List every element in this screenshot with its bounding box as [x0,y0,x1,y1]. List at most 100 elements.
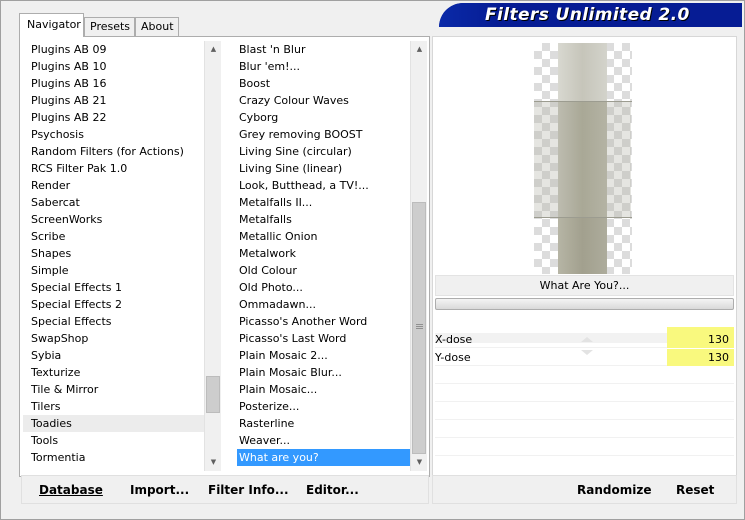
import-button[interactable]: Import... [130,483,189,497]
category-list-item[interactable]: Sabercat [23,194,221,211]
category-list-item[interactable]: Plugins AB 09 [23,41,221,58]
category-list-item[interactable]: Simple [23,262,221,279]
category-list-item[interactable]: Render [23,177,221,194]
tab-presets[interactable]: Presets [84,17,135,36]
preview-band [534,101,558,217]
filter-scrollbar[interactable]: ▲ ▼ [410,41,427,471]
filter-list-item[interactable]: Ommadawn... [231,296,427,313]
filter-list-item[interactable]: Weaver... [231,432,427,449]
filter-list-item[interactable]: Plain Mosaic... [231,381,427,398]
category-list-item[interactable]: Plugins AB 10 [23,58,221,75]
category-list[interactable]: Plugins AB 09 Plugins AB 10 Plugins AB 16 P… [23,41,221,471]
filter-list-item[interactable]: Metalfalls II... [231,194,427,211]
category-list-item[interactable]: Tormentia [23,449,221,466]
category-scrollbar[interactable]: ▲ ▼ [204,41,221,471]
param-row-empty [435,439,734,456]
filter-list-item[interactable]: Picasso's Last Word [231,330,427,347]
editor-button[interactable]: Editor... [306,483,359,497]
filter-info-button[interactable]: Filter Info... [208,483,289,497]
scroll-thumb[interactable] [412,202,426,454]
filter-list-item[interactable]: Old Colour [231,262,427,279]
parameter-area: X-dose 130 Y-dose 130 [435,327,734,468]
grip-line [416,324,423,325]
filter-list-item[interactable]: Metalwork [231,245,427,262]
filter-list-item[interactable]: Blast 'n Blur [231,41,427,58]
tab-navigator[interactable]: Navigator [19,13,84,37]
category-list-item[interactable]: Special Effects [23,313,221,330]
app-title: Filters Unlimited 2.0 [485,5,690,25]
scroll-thumb[interactable] [206,376,220,413]
param-row-x-dose[interactable]: X-dose 130 [435,331,734,348]
filter-list-item[interactable]: What are you? [237,449,427,466]
filter-list-item[interactable]: Living Sine (circular) [231,143,427,160]
filters-unlimited-window: Navigator Presets About Filters Unlimite… [0,0,745,520]
category-list-item[interactable]: Random Filters (for Actions) [23,143,221,160]
filter-list-item[interactable]: Cyborg [231,109,427,126]
category-list-item[interactable]: Special Effects 2 [23,296,221,313]
category-list-item[interactable]: SwapShop [23,330,221,347]
preview-panel: What Are You?... X-dose 130 Y-dose 130 [432,36,737,477]
category-list-item[interactable]: Texturize [23,364,221,381]
filter-list-item[interactable]: Crazy Colour Waves [231,92,427,109]
param-value[interactable]: 130 [667,331,734,348]
filter-list-item[interactable]: Blur 'em!... [231,58,427,75]
preview-image [534,43,632,274]
filter-list-item[interactable]: Old Photo... [231,279,427,296]
preview-divider [534,217,632,218]
category-list-item[interactable]: Plugins AB 22 [23,109,221,126]
scroll-down-arrow-icon[interactable]: ▼ [205,454,222,471]
filter-list-item[interactable]: Boost [231,75,427,92]
filter-list[interactable]: Blast 'n Blur Blur 'em!... Boost Crazy Colo… [231,41,427,471]
preview-band [607,101,631,217]
category-list-item[interactable]: Tile & Mirror [23,381,221,398]
param-label: Y-dose [435,351,471,364]
scroll-up-arrow-icon[interactable]: ▲ [411,41,428,58]
param-row-empty [435,403,734,420]
filter-list-item[interactable]: Posterize... [231,398,427,415]
reset-button[interactable]: Reset [676,483,714,497]
category-list-item[interactable]: Plugins AB 21 [23,92,221,109]
filter-list-item[interactable]: Look, Butthead, a TV!... [231,177,427,194]
category-list-item[interactable]: RCS Filter Pak 1.0 [23,160,221,177]
preview-band [558,101,607,217]
preview-band [558,217,607,274]
filter-list-item[interactable]: Plain Mosaic Blur... [231,364,427,381]
scroll-down-arrow-icon[interactable]: ▼ [411,454,428,471]
category-list-item[interactable]: Psychosis [23,126,221,143]
selected-filter-name: What Are You?... [435,275,734,296]
category-list-item[interactable]: Plugins AB 16 [23,75,221,92]
param-label: X-dose [435,333,473,346]
tab-about[interactable]: About [135,17,179,36]
category-list-item[interactable]: Special Effects 1 [23,279,221,296]
left-button-bar: Database Import... Filter Info... Editor… [21,475,429,504]
grip-line [416,328,423,329]
category-list-item[interactable]: Sybia [23,347,221,364]
preview-band [558,43,607,101]
filter-list-item[interactable]: Metalfalls [231,211,427,228]
database-button[interactable]: Database [39,483,103,497]
filter-list-item[interactable]: Living Sine (linear) [231,160,427,177]
filter-list-item[interactable]: Rasterline [231,415,427,432]
progress-bar [435,298,734,310]
category-list-item[interactable]: Scribe [23,228,221,245]
param-row-empty [435,367,734,384]
param-row-y-dose[interactable]: Y-dose 130 [435,349,734,366]
param-value[interactable]: 130 [667,349,734,366]
filter-list-item[interactable]: Picasso's Another Word [231,313,427,330]
scroll-up-arrow-icon[interactable]: ▲ [205,41,222,58]
filter-list-item[interactable]: Plain Mosaic 2... [231,347,427,364]
filter-list-item[interactable]: Grey removing BOOST [231,126,427,143]
category-list-item[interactable]: Shapes [23,245,221,262]
database-button-label: Database [39,483,103,497]
grip-line [416,326,423,327]
title-banner: Filters Unlimited 2.0 [439,3,742,27]
category-list-item[interactable]: Toadies [23,415,221,432]
category-list-item[interactable]: Tools [23,432,221,449]
right-button-bar: Randomize Reset [432,475,737,504]
randomize-button[interactable]: Randomize [577,483,651,497]
category-list-item[interactable]: ScreenWorks [23,211,221,228]
filter-list-item[interactable]: Metallic Onion [231,228,427,245]
slider-down-arrow-icon [581,350,593,355]
slider-up-arrow-icon [581,337,593,342]
category-list-item[interactable]: Tilers [23,398,221,415]
